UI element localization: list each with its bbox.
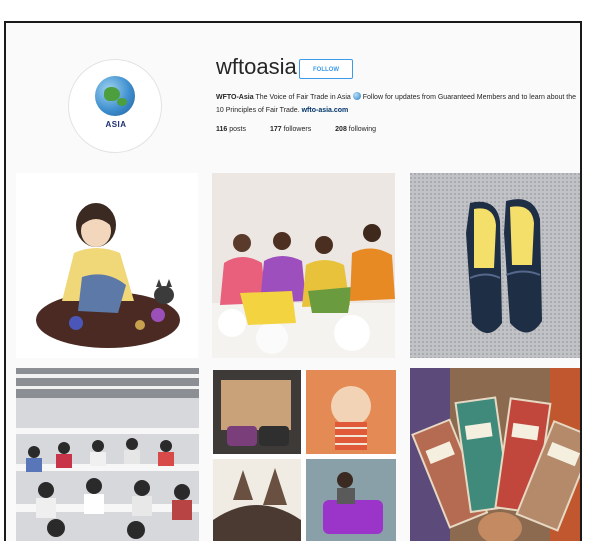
stat-following-count: 208 (335, 126, 347, 133)
avatar[interactable]: ASIA (68, 59, 162, 153)
follow-button[interactable]: FOLLOW (299, 59, 353, 79)
illustration-girl-knitting-image (36, 203, 180, 348)
post-thumbnail-5[interactable] (213, 370, 396, 541)
post-thumbnail-2[interactable] (212, 173, 395, 358)
stat-followers-label: followers (283, 126, 312, 133)
craft-collage-image (213, 370, 396, 541)
profile-username: wftoasia (216, 54, 297, 79)
profile-bio: WFTO-Asia The Voice of Fair Trade in Asi… (216, 91, 576, 117)
stat-following[interactable]: 208 following (335, 126, 376, 133)
globe-logo-icon (95, 76, 135, 116)
profile-stats: 116 posts 177 followers 208 following (216, 126, 398, 133)
profile-header: ASIA wftoasia FOLLOW WFTO-Asia The Voice… (6, 23, 580, 173)
stat-posts: 116 posts (216, 126, 246, 133)
stat-posts-count: 116 (216, 126, 228, 133)
avatar-logo-text: ASIA (105, 120, 127, 129)
navy-loafers-image (410, 173, 580, 358)
post-thumbnail-3[interactable] (410, 173, 580, 358)
bio-website-link[interactable]: wfto-asia.com (302, 107, 349, 114)
garment-factory-image (16, 368, 199, 541)
instagram-profile-window: ASIA wftoasia FOLLOW WFTO-Asia The Voice… (4, 21, 582, 541)
globe-emoji-icon (352, 92, 361, 100)
bio-text-part-1: The Voice of Fair Trade in Asia (255, 94, 351, 101)
bio-name: WFTO-Asia (216, 94, 254, 101)
stat-posts-label: posts (229, 126, 246, 133)
post-thumbnail-4[interactable] (16, 368, 199, 541)
stat-following-label: following (348, 126, 377, 133)
post-thumbnail-1[interactable] (16, 173, 198, 358)
post-thumbnail-6[interactable] (410, 368, 580, 541)
stat-followers[interactable]: 177 followers (270, 126, 311, 133)
stat-followers-count: 177 (269, 126, 282, 133)
hand-holding-cards-image (410, 368, 580, 541)
women-cotton-harvest-image (212, 173, 395, 358)
